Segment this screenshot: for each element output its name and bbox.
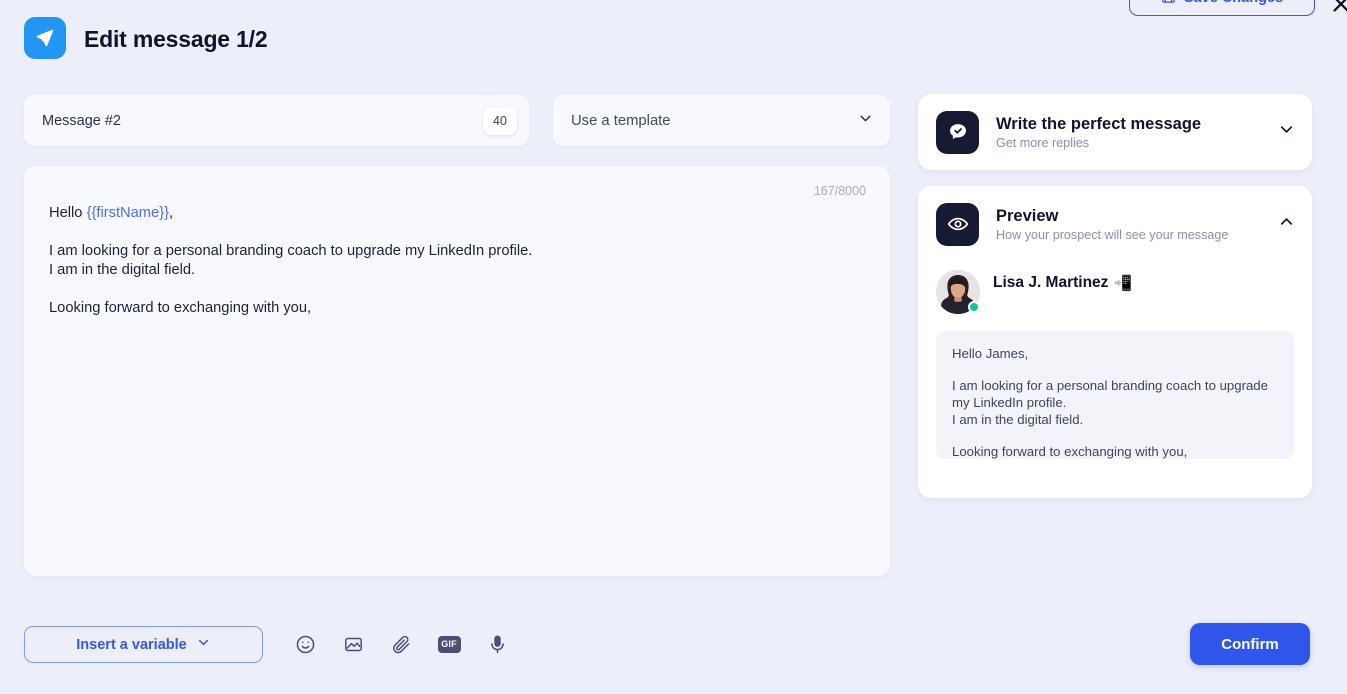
edit-message-modal: Edit message 1/2 Save Changes Message # [0,0,1347,694]
template-dropdown[interactable]: Use a template [553,95,890,146]
message-name-field[interactable]: Message #2 40 [24,95,529,146]
preview-card-header[interactable]: Preview How your prospect will see your … [918,186,1312,262]
insert-variable-button[interactable]: Insert a variable [24,626,263,663]
preview-message-bubble: Hello James, I am looking for a personal… [936,331,1294,459]
editor-paragraph-1: I am looking for a personal branding coa… [49,243,533,278]
image-icon[interactable] [337,628,369,660]
mobile-phone-arrow-icon: 📲 [1113,274,1133,292]
preview-body: Lisa J. Martinez 📲 Hello James, I am loo… [918,262,1312,459]
greeting-suffix: , [169,205,174,221]
app-logo [24,17,66,59]
close-icon [1330,0,1347,20]
editor-paragraph-2: Looking forward to exchanging with you, [49,300,312,316]
preview-card-text: Preview How your prospect will see your … [996,206,1277,242]
save-changes-label: Save Changes [1184,0,1283,6]
write-perfect-message-subtitle: Get more replies [996,136,1090,150]
preview-message-content: Lisa J. Martinez 📲 [993,270,1294,292]
preview-bubble-paragraph-3: Looking forward to exchanging with you, [952,444,1188,459]
page-title: Edit message 1/2 [84,26,268,52]
confirm-button[interactable]: Confirm [1190,623,1310,665]
template-dropdown-label: Use a template [571,112,671,129]
character-counter: 167/8000 [813,184,866,198]
chevron-down-icon [857,110,874,132]
gif-badge-label: GIF [437,635,461,653]
save-disk-icon [1161,0,1176,8]
greeting-prefix: Hello [49,205,87,221]
eye-icon [936,202,979,246]
variable-token-firstname[interactable]: {{firstName}} [87,205,169,221]
preview-bubble-paragraph-1: Hello James, [952,346,1029,361]
preview-card-title: Preview [996,207,1059,225]
avatar [936,270,980,314]
preview-card-subtitle: How your prospect will see your message [996,228,1229,242]
microphone-icon[interactable] [481,628,513,660]
message-count-badge: 40 [483,106,517,135]
write-perfect-message-title: Write the perfect message [996,115,1202,133]
message-editor[interactable]: 167/8000 Hello {{firstName}}, I am looki… [24,166,890,576]
save-changes-button[interactable]: Save Changes [1129,0,1315,16]
paper-plane-icon [34,27,56,49]
online-status-dot [968,301,980,313]
close-button[interactable] [1326,0,1347,21]
chat-check-icon [936,110,979,154]
attachment-icon[interactable] [385,628,417,660]
editor-greeting-line: Hello {{firstName}}, [49,204,860,223]
editor-toolbar: GIF [289,628,513,660]
chevron-down-icon[interactable] [1277,120,1296,144]
preview-card: Preview How your prospect will see your … [918,186,1312,498]
chevron-up-icon[interactable] [1277,212,1296,236]
preview-message-row: Lisa J. Martinez 📲 [936,262,1294,314]
message-name-value: Message #2 [42,112,121,129]
emoji-icon[interactable] [289,628,321,660]
sender-name-row: Lisa J. Martinez 📲 [993,270,1294,292]
sender-name: Lisa J. Martinez [993,274,1109,291]
modal-header: Edit message 1/2 Save Changes [0,0,1347,78]
preview-bubble-paragraph-2: I am looking for a personal branding coa… [952,378,1268,427]
write-perfect-message-card[interactable]: Write the perfect message Get more repli… [918,94,1312,170]
insert-variable-label: Insert a variable [76,636,187,653]
write-perfect-message-text: Write the perfect message Get more repli… [996,114,1277,150]
message-editor-content[interactable]: Hello {{firstName}}, I am looking for a … [49,204,860,318]
chevron-down-icon [196,635,211,654]
write-perfect-message-header[interactable]: Write the perfect message Get more repli… [918,94,1312,170]
gif-icon[interactable]: GIF [433,628,465,660]
